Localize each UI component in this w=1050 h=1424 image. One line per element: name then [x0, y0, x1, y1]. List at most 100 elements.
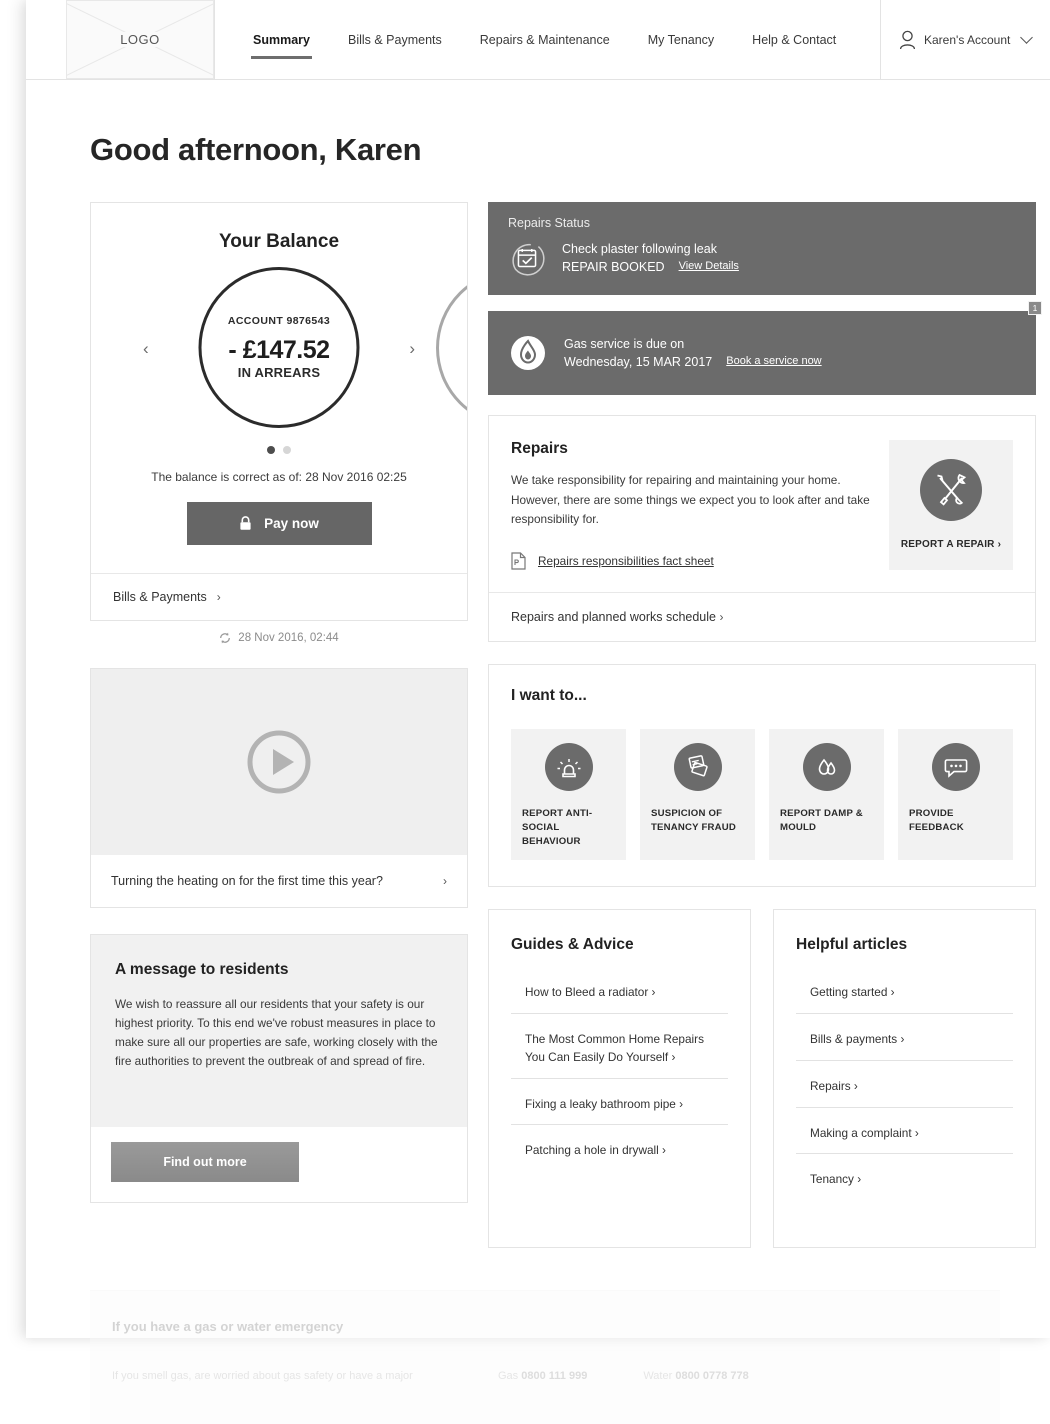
repairs-main: Repairs We take responsibility for repai…: [489, 416, 1035, 592]
helpful-articles-list: Getting started › Bills & payments › Rep…: [796, 984, 1013, 1199]
carousel-next-button[interactable]: ›: [409, 339, 415, 359]
tile-provide-feedback[interactable]: PROVIDE FEEDBACK: [898, 728, 1013, 861]
account-menu[interactable]: Karen's Account: [880, 0, 1050, 79]
report-a-repair-label: REPORT A REPAIR ›: [901, 539, 1001, 550]
nav-item-bills-payments[interactable]: Bills & Payments: [346, 13, 444, 67]
balance-circle-next[interactable]: [436, 269, 467, 427]
list-item[interactable]: How to Bleed a radiator ›: [511, 984, 728, 1015]
list-item-label: The Most Common Home Repairs You Can Eas…: [525, 1032, 704, 1064]
account-number: ACCOUNT 9876543: [227, 315, 331, 327]
emergency-footer-row: If you smell gas, are worried about gas …: [112, 1368, 978, 1385]
water-drop-icon: [802, 742, 851, 791]
lock-icon: [240, 516, 251, 530]
site-header: LOGO Summary Bills & Payments Repairs & …: [26, 0, 1050, 80]
list-item[interactable]: Repairs ›: [796, 1078, 1013, 1108]
person-icon: [899, 30, 916, 49]
nav-item-my-tenancy[interactable]: My Tenancy: [646, 13, 716, 67]
chevron-right-icon: ›: [658, 1143, 666, 1158]
list-item[interactable]: Making a complaint ›: [796, 1125, 1013, 1155]
list-item-label: Making a complaint: [810, 1125, 912, 1140]
chevron-right-icon: ›: [675, 1096, 684, 1111]
list-item[interactable]: Bills & payments ›: [796, 1031, 1013, 1061]
tile-report-anti-social-behaviour[interactable]: REPORT ANTI-SOCIAL BEHAVIOUR: [511, 728, 626, 861]
chevron-right-icon: ›: [668, 1049, 676, 1064]
balance-amount: - £147.52: [228, 336, 330, 364]
gas-label: Gas: [498, 1369, 519, 1382]
list-item[interactable]: Patching a hole in drywall ›: [511, 1142, 728, 1171]
chevron-right-icon: ›: [850, 1078, 858, 1093]
find-out-more-button[interactable]: Find out more: [111, 1142, 299, 1183]
pay-now-label: Pay now: [264, 516, 319, 531]
siren-icon: [544, 742, 593, 791]
gas-service-row: Gas service is due on Wednesday, 15 MAR …: [508, 333, 1016, 373]
repairs-schedule-link[interactable]: Repairs and planned works schedule ›: [489, 591, 1035, 641]
carousel-dots: [91, 446, 467, 454]
water-emergency-number: Water 0800 0778 778: [643, 1370, 748, 1382]
calendar-check-icon: [512, 243, 545, 276]
list-item[interactable]: Fixing a leaky bathroom pipe ›: [511, 1096, 728, 1126]
balance-note: The balance is correct as of: 28 Nov 201…: [151, 470, 407, 484]
report-a-repair-text: REPORT A REPAIR: [900, 539, 995, 551]
helpful-articles-title: Helpful articles: [796, 936, 908, 954]
repairs-schedule-label: Repairs and planned works schedule: [511, 609, 716, 624]
carousel-dot-1[interactable]: [267, 446, 275, 454]
flame-icon: [511, 336, 545, 370]
chevron-right-icon: ›: [216, 590, 221, 604]
gas-service-title: Gas service is due on: [564, 336, 685, 351]
list-item[interactable]: Tenancy ›: [796, 1171, 1013, 1200]
helpful-articles-card: Helpful articles Getting started › Bills…: [773, 909, 1036, 1248]
chevron-right-icon: ›: [648, 985, 656, 1000]
list-item[interactable]: The Most Common Home Repairs You Can Eas…: [511, 1031, 728, 1079]
chevron-right-icon: ›: [853, 1172, 862, 1187]
pdf-icon: [511, 552, 526, 570]
logo-placeholder[interactable]: LOGO: [66, 0, 214, 79]
guides-advice-title: Guides & Advice: [511, 936, 634, 954]
book-service-link[interactable]: Book a service now: [726, 354, 821, 370]
i-want-to-title: I want to...: [511, 686, 587, 704]
chevron-right-icon: ›: [997, 539, 1002, 551]
tile-report-damp-and-mould[interactable]: REPORT DAMP & MOULD: [769, 728, 884, 861]
i-want-to-card: I want to... REPORT ANTI-SOCIAL BEHAVIOU…: [488, 663, 1036, 888]
nav-item-summary[interactable]: Summary: [251, 13, 312, 67]
carousel-prev-button[interactable]: ‹: [143, 339, 149, 359]
list-item-label: Tenancy: [810, 1172, 854, 1187]
repairs-status-title: Check plaster following leak: [562, 241, 717, 256]
i-want-to-tiles: REPORT ANTI-SOCIAL BEHAVIOUR SUSPICION O…: [511, 728, 1013, 861]
chevron-right-icon: ›: [719, 609, 724, 624]
list-item-label: Repairs: [810, 1078, 851, 1093]
pay-now-button[interactable]: Pay now: [186, 502, 372, 545]
water-number: 0800 0778 778: [675, 1369, 749, 1382]
chevron-down-icon: [1020, 31, 1034, 44]
left-column: Your Balance ‹ ACCOUNT 9876543 - £147.52…: [90, 202, 468, 1248]
refresh-icon[interactable]: [219, 632, 231, 644]
balance-card: Your Balance ‹ ACCOUNT 9876543 - £147.52…: [90, 202, 468, 621]
balance-state: IN ARREARS: [237, 365, 321, 380]
video-thumbnail[interactable]: [91, 669, 467, 855]
logo-text: LOGO: [113, 32, 167, 47]
nav-item-help-contact[interactable]: Help & Contact: [750, 13, 838, 67]
repairs-card: Repairs We take responsibility for repai…: [488, 415, 1036, 642]
refresh-row: 28 Nov 2016, 02:44: [90, 621, 468, 644]
list-item[interactable]: Getting started ›: [796, 984, 1013, 1015]
refresh-timestamp: 28 Nov 2016, 02:44: [238, 632, 339, 644]
bills-payments-link[interactable]: Bills & Payments ›: [91, 573, 467, 620]
tile-label: SUSPICION OF TENANCY FRAUD: [651, 807, 737, 833]
repairs-status-row: Check plaster following leak REPAIR BOOK…: [508, 239, 1016, 277]
view-details-link[interactable]: View Details: [679, 259, 739, 275]
balance-carousel: ‹ ACCOUNT 9876543 - £147.52 IN ARREARS ›: [91, 259, 467, 444]
fact-sheet-link[interactable]: Repairs responsibilities fact sheet: [511, 552, 871, 570]
play-icon: [247, 730, 311, 794]
video-card: Turning the heating on for the first tim…: [90, 668, 468, 908]
repairs-status-label: Repairs Status: [508, 216, 590, 230]
tile-suspicion-of-tenancy-fraud[interactable]: SUSPICION OF TENANCY FRAUD: [640, 728, 755, 861]
list-item-label: Bills & payments: [810, 1032, 898, 1047]
guides-advice-card: Guides & Advice How to Bleed a radiator …: [488, 909, 751, 1248]
repairs-status-state: REPAIR BOOKED: [562, 260, 665, 274]
list-item-label: Getting started: [810, 985, 888, 1000]
tile-label: REPORT ANTI-SOCIAL BEHAVIOUR: [522, 807, 593, 847]
report-a-repair-tile[interactable]: REPORT A REPAIR ›: [889, 440, 1013, 570]
account-label: Karen's Account: [924, 32, 1011, 47]
nav-item-repairs-maintenance[interactable]: Repairs & Maintenance: [478, 13, 612, 67]
carousel-dot-2[interactable]: [283, 446, 291, 454]
video-caption-link[interactable]: Turning the heating on for the first tim…: [91, 855, 467, 907]
